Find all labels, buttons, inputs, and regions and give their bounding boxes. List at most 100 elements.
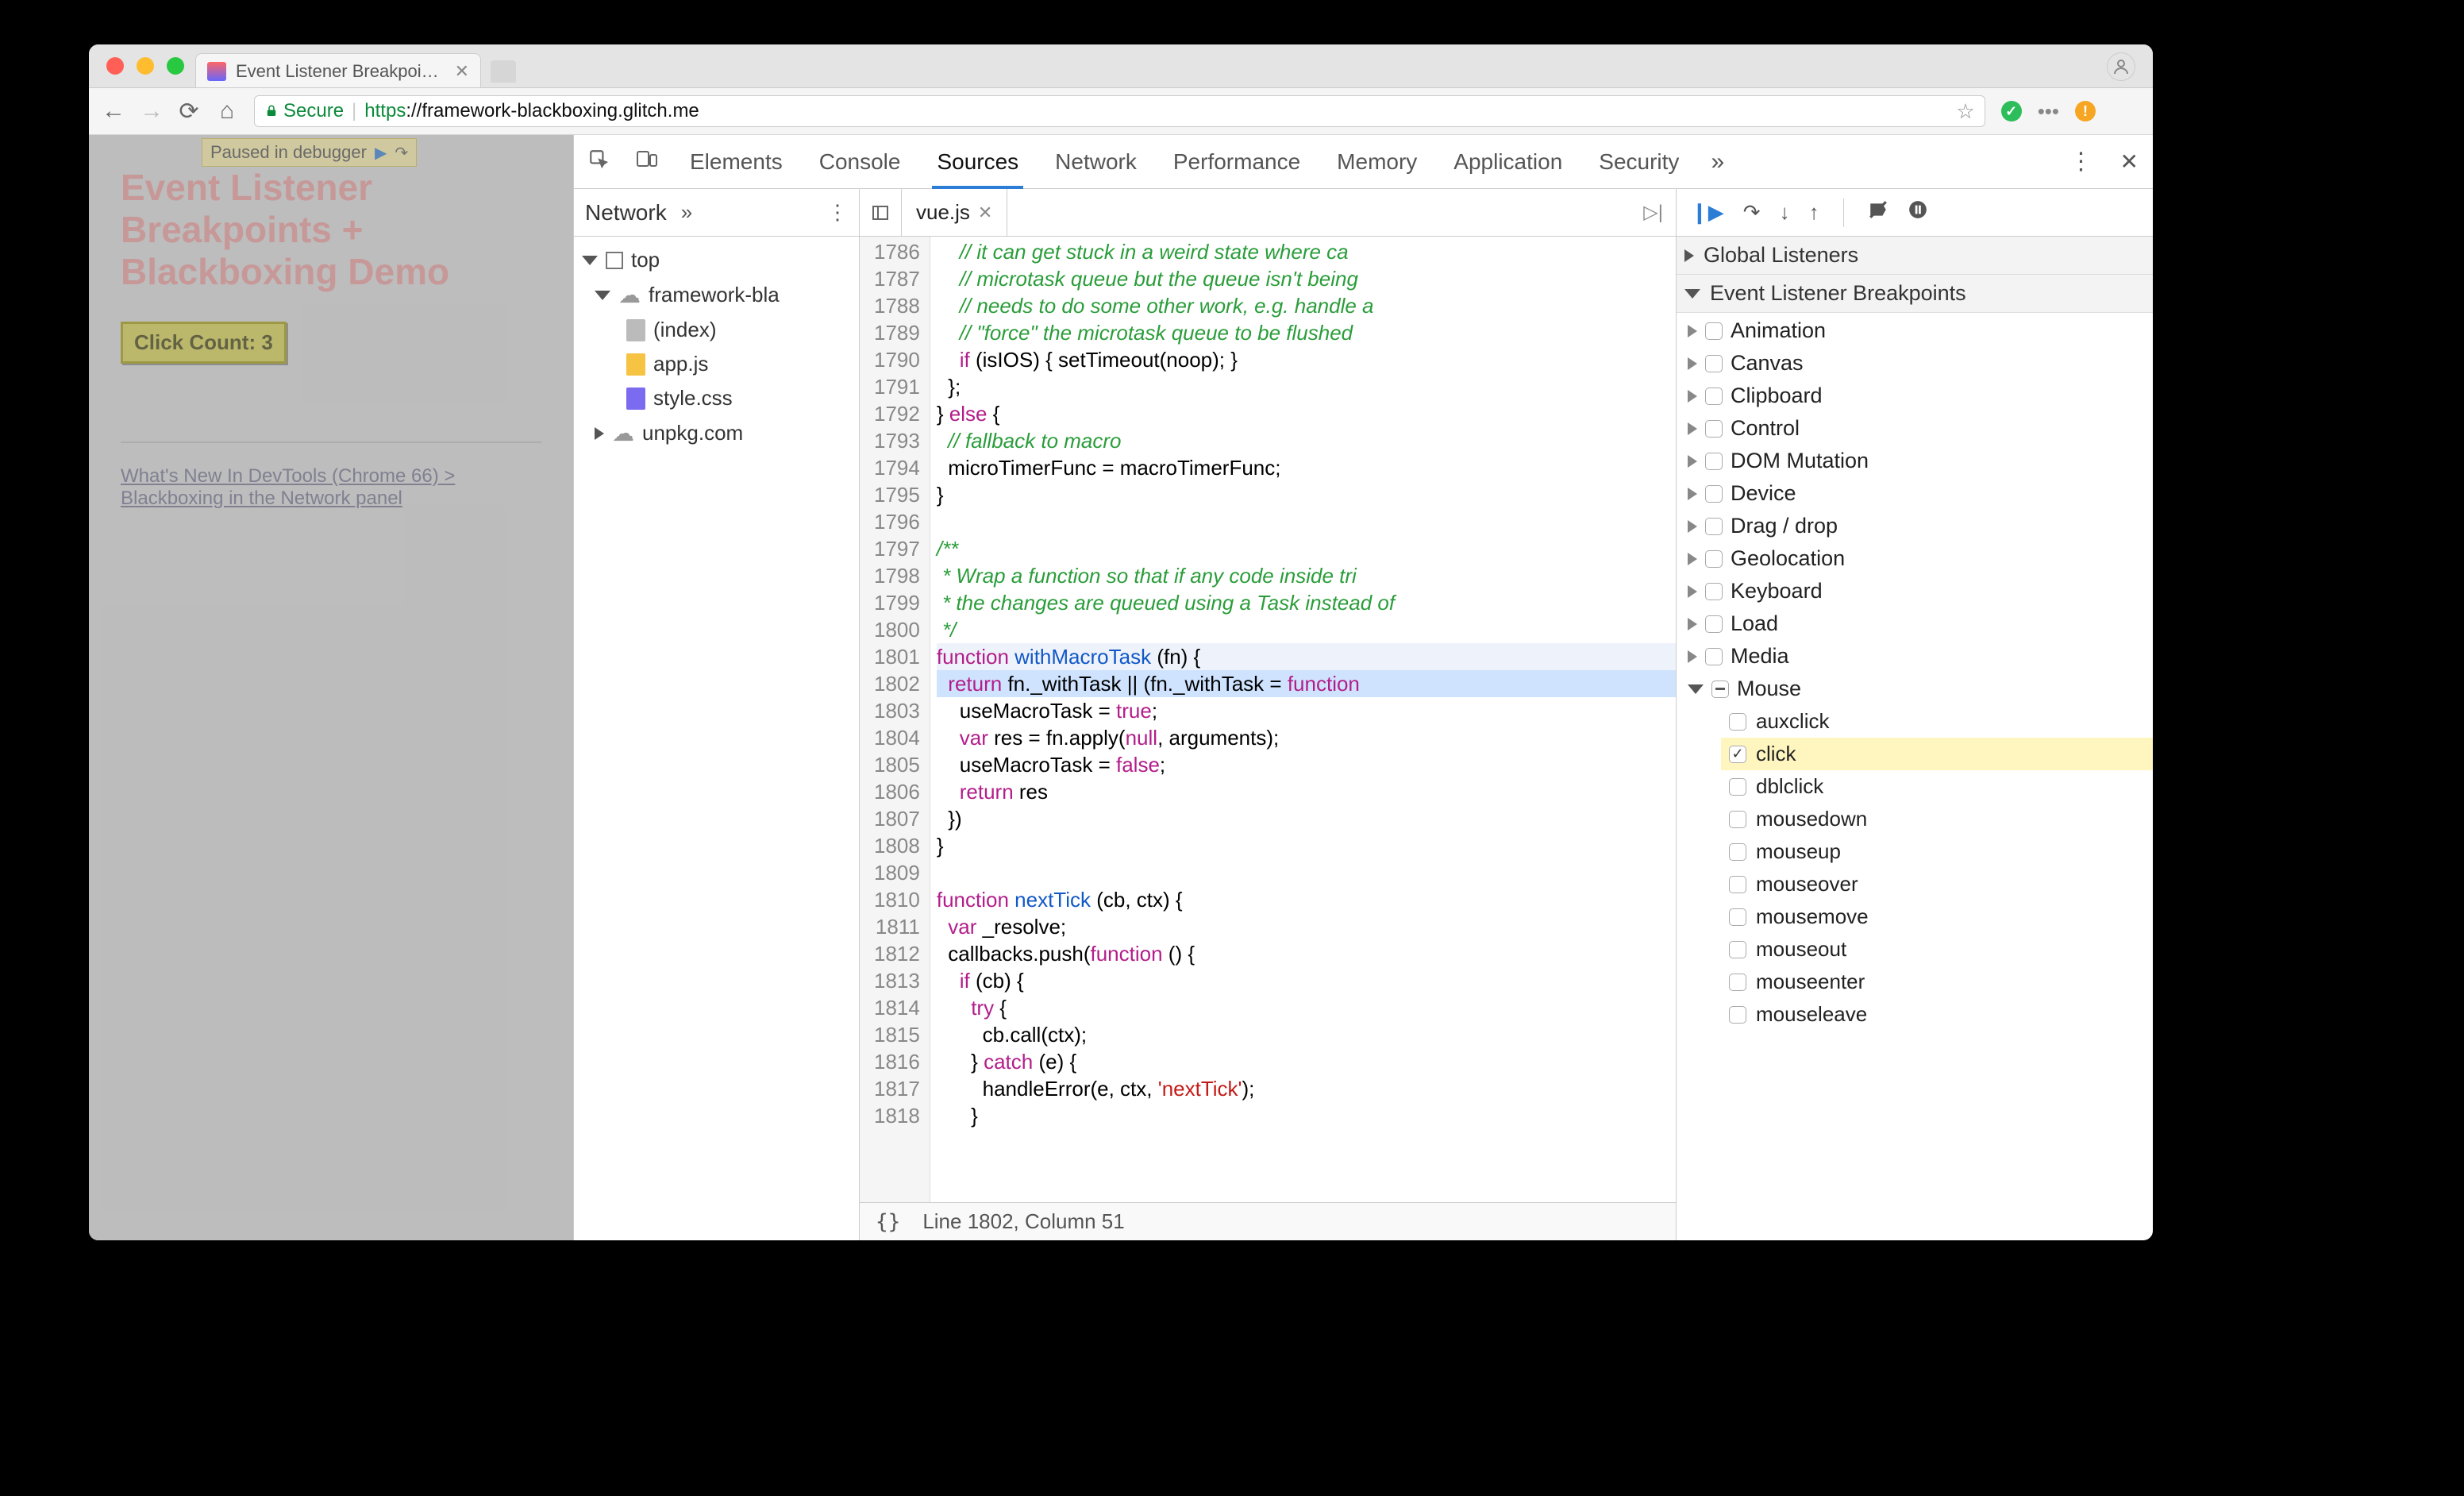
event-checkbox[interactable] [1729,876,1746,893]
category-checkbox[interactable] [1705,648,1723,665]
tree-file[interactable]: style.css [577,381,856,415]
breakpoint-event[interactable]: mouseenter [1721,966,2153,998]
more-tabs-icon[interactable]: » [1711,148,1724,175]
run-snippet-icon[interactable]: ▷| [1630,201,1676,224]
tab-console[interactable]: Console [814,135,906,189]
navigator-panel-label[interactable]: Network [585,200,667,226]
breakpoint-category[interactable]: Device [1677,477,2153,510]
step-out-button[interactable]: ↑ [1809,200,1819,225]
home-button[interactable]: ⌂ [216,98,238,125]
event-checkbox[interactable] [1729,746,1746,763]
category-checkbox[interactable] [1705,322,1723,340]
breakpoint-category[interactable]: Mouse [1677,673,2153,705]
breakpoint-event[interactable]: mouseup [1721,835,2153,868]
category-checkbox[interactable] [1705,518,1723,535]
zoom-window-icon[interactable] [167,57,184,75]
back-button[interactable]: ← [102,98,124,125]
event-checkbox[interactable] [1729,974,1746,991]
minimize-window-icon[interactable] [137,57,154,75]
code-source: // it can get stuck in a weird state whe… [930,237,1676,1202]
close-file-icon[interactable]: ✕ [978,202,992,223]
event-checkbox[interactable] [1729,713,1746,731]
breakpoint-event[interactable]: dblclick [1721,770,2153,803]
inspect-element-icon[interactable] [588,148,609,175]
category-checkbox[interactable] [1705,355,1723,372]
close-window-icon[interactable] [106,57,124,75]
breakpoint-event[interactable]: mousedown [1721,803,2153,835]
resume-button[interactable]: ❙▶ [1691,200,1724,225]
breakpoint-event[interactable]: mousemove [1721,900,2153,933]
deactivate-breakpoints-button[interactable] [1868,199,1888,226]
event-checkbox[interactable] [1729,1006,1746,1024]
category-checkbox[interactable] [1711,681,1729,698]
device-toolbar-icon[interactable] [636,148,658,175]
address-bar[interactable]: Secure | https://framework-blackboxing.g… [254,95,1985,127]
category-checkbox[interactable] [1705,453,1723,470]
navigator-menu-icon[interactable]: ⋮ [827,200,848,225]
category-checkbox[interactable] [1705,615,1723,633]
category-checkbox[interactable] [1705,583,1723,600]
tree-file[interactable]: (index) [577,313,856,347]
category-checkbox[interactable] [1705,387,1723,405]
extension-icon[interactable]: ✓ [2001,101,2022,121]
tab-sources[interactable]: Sources [932,135,1023,189]
tab-application[interactable]: Application [1449,135,1567,189]
close-devtools-icon[interactable]: ✕ [2120,148,2139,175]
step-into-button[interactable]: ↓ [1780,200,1790,225]
pause-exceptions-button[interactable] [1908,199,1928,226]
event-checkbox[interactable] [1729,908,1746,926]
tab-network[interactable]: Network [1050,135,1142,189]
tab-security[interactable]: Security [1594,135,1684,189]
profile-avatar-icon[interactable] [2107,52,2135,81]
bookmark-star-icon[interactable]: ☆ [1956,99,1974,124]
breakpoint-category[interactable]: Clipboard [1677,380,2153,412]
event-checkbox[interactable] [1729,843,1746,861]
category-checkbox[interactable] [1705,550,1723,568]
event-label: mousedown [1756,807,1867,831]
category-checkbox[interactable] [1705,485,1723,503]
breakpoint-category[interactable]: Control [1677,412,2153,445]
breakpoint-event[interactable]: click [1721,738,2153,770]
tree-domain[interactable]: ☁framework-bla [577,277,856,313]
breakpoint-category[interactable]: Drag / drop [1677,510,2153,542]
event-checkbox[interactable] [1729,941,1746,958]
breakpoint-category[interactable]: Load [1677,607,2153,640]
code-view[interactable]: 1786178717881789179017911792179317941795… [860,237,1676,1202]
breakpoint-event[interactable]: mouseleave [1721,998,2153,1031]
tab-memory[interactable]: Memory [1332,135,1422,189]
step-over-button[interactable]: ↷ [1743,200,1761,225]
tree-top[interactable]: top [577,243,856,277]
editor-file-tab[interactable]: vue.js ✕ [902,189,1007,236]
tab-elements[interactable]: Elements [685,135,787,189]
breakpoint-category[interactable]: Animation [1677,314,2153,347]
forward-button[interactable]: → [140,98,162,125]
event-checkbox[interactable] [1729,811,1746,828]
extension-icon[interactable]: ••• [2038,99,2059,124]
close-tab-icon[interactable]: ✕ [455,61,469,82]
reload-button[interactable]: ⟳ [178,98,200,125]
breakpoint-event[interactable]: auxclick [1721,705,2153,738]
section-event-listener-breakpoints[interactable]: Event Listener Breakpoints [1677,275,2153,313]
tree-domain[interactable]: ☁unpkg.com [577,415,856,451]
tree-file[interactable]: app.js [577,347,856,381]
event-label: auxclick [1756,709,1829,734]
section-global-listeners[interactable]: Global Listeners [1677,237,2153,275]
security-indicator[interactable]: Secure [264,100,344,122]
extension-icon[interactable]: ! [2075,101,2096,121]
breakpoint-category[interactable]: Canvas [1677,347,2153,380]
event-checkbox[interactable] [1729,778,1746,796]
pretty-print-icon[interactable]: {} [876,1210,900,1234]
breakpoint-category[interactable]: Geolocation [1677,542,2153,575]
category-checkbox[interactable] [1705,420,1723,438]
breakpoint-event[interactable]: mouseover [1721,868,2153,900]
new-tab-button[interactable] [491,60,516,83]
breakpoint-category[interactable]: DOM Mutation [1677,445,2153,477]
tab-performance[interactable]: Performance [1168,135,1305,189]
breakpoint-category[interactable]: Media [1677,640,2153,673]
toggle-navigator-icon[interactable] [860,189,902,236]
more-panels-icon[interactable]: » [681,200,692,225]
breakpoint-event[interactable]: mouseout [1721,933,2153,966]
browser-tab[interactable]: Event Listener Breakpoints + B ✕ [195,53,481,88]
devtools-menu-icon[interactable]: ⋮ [2069,148,2093,175]
breakpoint-category[interactable]: Keyboard [1677,575,2153,607]
